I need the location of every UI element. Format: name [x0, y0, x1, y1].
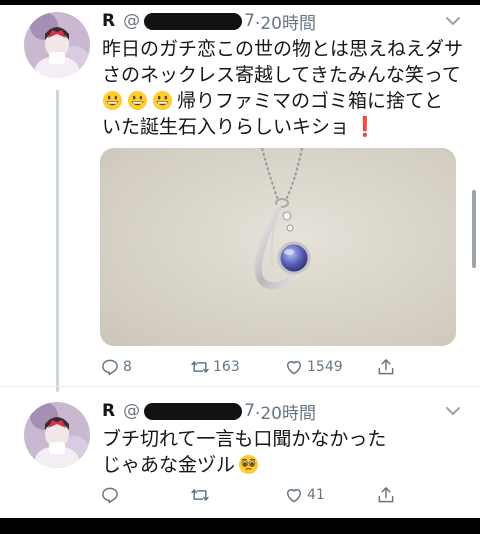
exclamation-emoji: ❗	[353, 116, 377, 138]
reply-button[interactable]: 8	[100, 356, 132, 378]
avatar[interactable]	[24, 12, 90, 78]
redaction-bar	[144, 12, 243, 30]
tweet-text: 昨日のガチ恋この世の物とは思えねえダサ さのネックレス寄越してきたみんな笑って …	[102, 36, 463, 140]
reply-count: 8	[123, 359, 132, 375]
chevron-down-icon[interactable]	[444, 14, 462, 28]
tweet-text-line: 昨日のガチ恋この世の物とは思えねえダサ	[102, 38, 464, 60]
reply-icon	[102, 487, 118, 504]
thread-connector-line	[56, 90, 59, 392]
like-count: 41	[307, 487, 325, 503]
tweet-text: ブチ切れて一言も口聞かなかった じゃあな金ヅル	[102, 426, 386, 478]
grinning-face-emoji	[152, 90, 173, 111]
bottom-bar	[0, 518, 480, 534]
grinning-face-emoji	[102, 90, 123, 111]
heart-icon	[287, 361, 301, 375]
tweet-text-line: ブチ切れて一言も口聞かなかった	[102, 428, 387, 450]
like-button[interactable]: 41	[284, 484, 325, 506]
scrollbar[interactable]	[472, 190, 476, 268]
top-bar	[0, 0, 480, 5]
tweet-header: R @7 ·20時間	[102, 399, 316, 424]
reply-icon	[102, 359, 118, 376]
like-button[interactable]: 1549	[284, 356, 343, 378]
tweet-header: R @7 ·20時間	[102, 9, 316, 34]
retweet-count: 163	[213, 359, 240, 375]
like-count: 1549	[307, 359, 343, 375]
display-name[interactable]: R	[102, 11, 115, 31]
retweet-button[interactable]	[190, 484, 213, 506]
retweet-icon	[191, 489, 209, 501]
retweet-button[interactable]: 163	[190, 356, 240, 378]
redaction-bar	[144, 402, 243, 420]
tweet-actions: 8 163 1549	[100, 356, 400, 378]
timestamp[interactable]: ·20時間	[255, 9, 316, 34]
reply-button[interactable]	[100, 484, 123, 506]
tweet-text-line: じゃあな金ヅル	[102, 452, 386, 478]
share-button[interactable]	[376, 356, 399, 378]
tweet-divider	[0, 386, 480, 387]
avatar[interactable]	[24, 402, 90, 468]
tweet-text-line: さのネックレス寄越してきたみんな笑って	[102, 64, 461, 86]
share-button[interactable]	[376, 484, 399, 506]
user-handle[interactable]: @7	[123, 401, 255, 421]
user-handle[interactable]: @7	[123, 11, 255, 31]
pleading-face-emoji	[238, 454, 259, 475]
tweet-actions: 41	[100, 484, 400, 506]
tweet-media-image[interactable]	[100, 148, 456, 346]
share-icon	[378, 359, 394, 375]
tweet-text-line: 帰りファミマのゴミ箱に捨てと	[102, 88, 463, 114]
share-icon	[378, 487, 394, 503]
retweet-icon	[191, 361, 209, 373]
heart-icon	[287, 489, 301, 503]
display-name[interactable]: R	[102, 401, 115, 421]
timestamp[interactable]: ·20時間	[255, 399, 316, 424]
chevron-down-icon[interactable]	[444, 404, 462, 418]
grinning-face-emoji	[127, 90, 148, 111]
tweet-text-line: いた誕生石入りらしいキショ ❗	[102, 116, 377, 138]
